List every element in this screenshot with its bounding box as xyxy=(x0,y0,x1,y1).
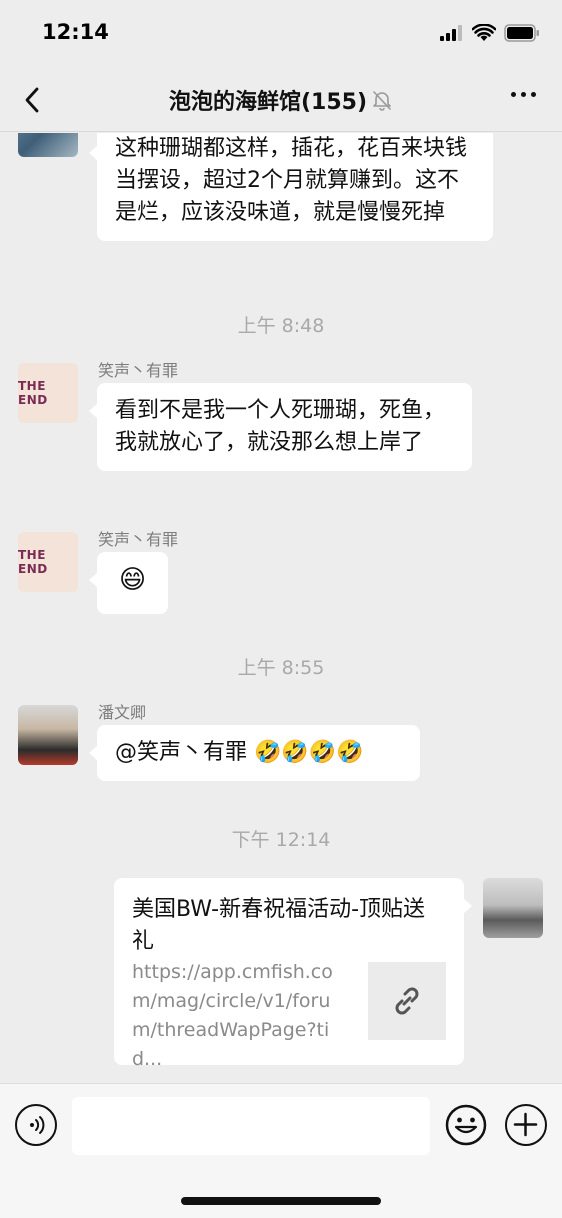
avatar[interactable] xyxy=(18,705,78,765)
wifi-icon xyxy=(472,24,496,41)
link-url: https://app.cmfish.com/mag/circle/v1/for… xyxy=(132,961,333,1070)
emoji-icon xyxy=(445,1104,487,1146)
emoji-button[interactable] xyxy=(445,1104,487,1146)
link-thumbnail xyxy=(368,962,446,1040)
link-card[interactable]: 美国BW-新春祝福活动-顶贴送礼 https://app.cmfish.com/… xyxy=(114,878,472,1070)
avatar-label: THE END xyxy=(18,379,48,407)
cellular-signal-icon xyxy=(440,25,462,41)
chat-title: 泡泡的海鲜馆(155) xyxy=(168,90,368,115)
message-bubble[interactable]: 这种珊瑚都这样，插花，花百来块钱当摆设，超过2个月就算赚到。这不是烂，应该没味道… xyxy=(89,133,493,241)
more-button[interactable] xyxy=(511,92,536,97)
plus-icon xyxy=(513,1112,538,1137)
message-bubble[interactable]: @笑声丶有罪 🤣🤣🤣🤣 xyxy=(89,725,420,781)
message-text: @笑声丶有罪 🤣🤣🤣🤣 xyxy=(115,740,364,765)
link-icon xyxy=(395,987,419,1015)
message-text: 看到不是我一个人死珊瑚，死鱼，我就放心了，就没那么想上岸了 xyxy=(115,398,446,455)
chat-title-bar: 泡泡的海鲜馆(155) xyxy=(0,84,562,116)
battery-icon xyxy=(504,24,539,42)
home-indicator[interactable] xyxy=(181,1197,381,1205)
message-text: 这种珊瑚都这样，插花，花百来块钱当摆设，超过2个月就算赚到。这不是烂，应该没味道… xyxy=(115,136,468,225)
link-title: 美国BW-新春祝福活动-顶贴送礼 xyxy=(132,897,426,954)
sender-name: 潘文卿 xyxy=(98,703,147,722)
voice-icon xyxy=(30,1116,45,1134)
timestamp: 上午 8:55 xyxy=(237,657,325,679)
timestamp: 上午 8:48 xyxy=(237,315,325,337)
timestamp: 下午 12:14 xyxy=(231,829,331,851)
nav-bar: 泡泡的海鲜馆(155) xyxy=(0,66,562,132)
message-text: 😄 xyxy=(118,565,147,595)
avatar-label: THE END xyxy=(18,548,48,576)
message-bubble[interactable]: 😄 xyxy=(89,552,168,614)
avatar[interactable]: THE END xyxy=(18,532,78,592)
voice-button[interactable] xyxy=(15,1104,57,1146)
avatar[interactable]: THE END xyxy=(18,363,78,423)
message-input[interactable] xyxy=(72,1097,430,1155)
chat-history[interactable]: 这种珊瑚都这样，插花，花百来块钱当摆设，超过2个月就算赚到。这不是烂，应该没味道… xyxy=(0,133,562,1083)
status-bar: 12:14 xyxy=(0,0,562,66)
avatar[interactable] xyxy=(18,133,78,157)
plus-button[interactable] xyxy=(505,1104,547,1146)
bell-slash-icon xyxy=(373,91,391,111)
more-icon xyxy=(511,92,516,97)
sender-name: 笑声丶有罪 xyxy=(98,361,179,380)
message-bubble[interactable]: 看到不是我一个人死珊瑚，死鱼，我就放心了，就没那么想上岸了 xyxy=(89,383,472,471)
status-time: 12:14 xyxy=(42,20,109,44)
sender-name: 笑声丶有罪 xyxy=(98,530,179,549)
my-avatar[interactable] xyxy=(483,878,543,938)
status-icons xyxy=(440,24,540,42)
